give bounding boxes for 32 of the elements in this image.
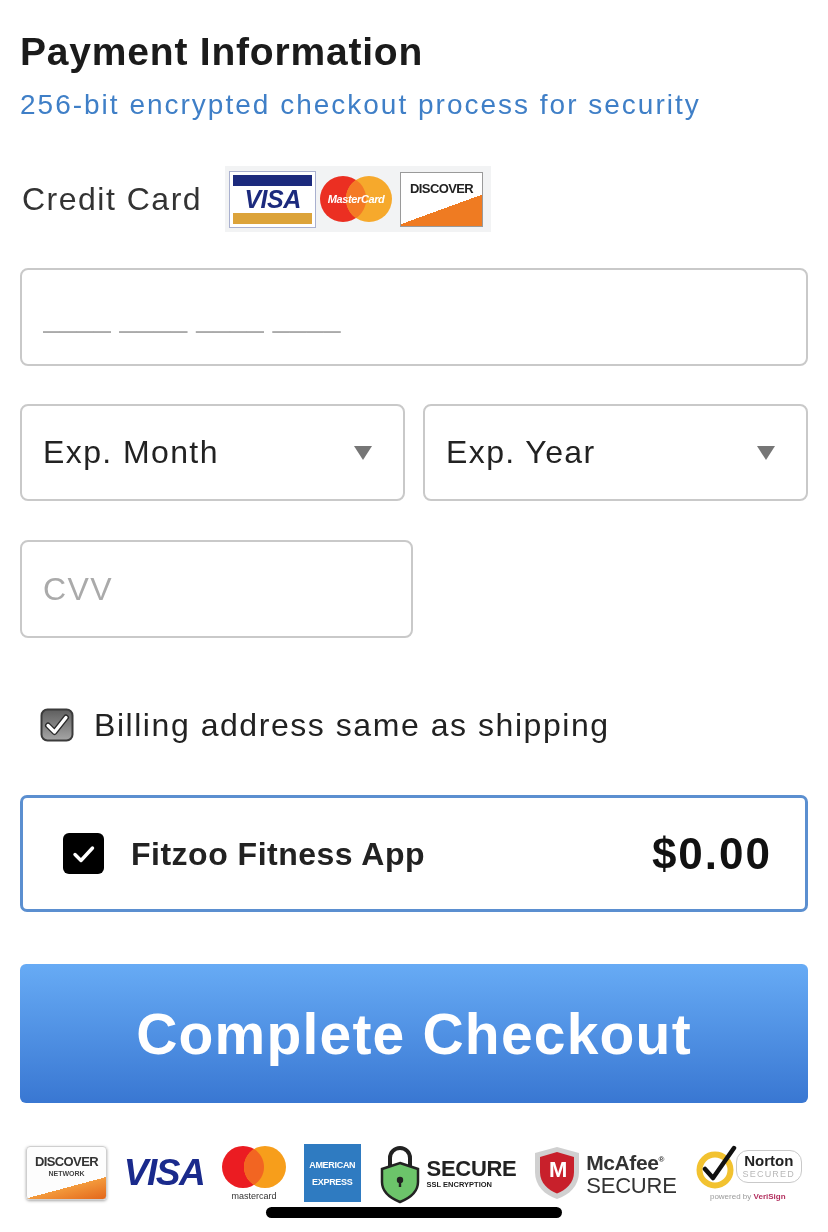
badge-subtitle: SECURE xyxy=(586,1174,677,1198)
product-price: $0.00 xyxy=(651,828,772,879)
badge-title: SECURE xyxy=(426,1157,517,1180)
payment-method-label: Credit Card xyxy=(21,180,203,219)
card-number-field[interactable]: ____ ____ ____ ____ xyxy=(20,268,808,366)
logo-letter: M xyxy=(549,1157,566,1182)
brand-name: mastercard xyxy=(231,1190,277,1202)
cvv-field[interactable]: CVV xyxy=(20,540,413,638)
badge-caption: powered by VeriSign xyxy=(709,1191,786,1202)
brand-name: Norton xyxy=(744,1152,794,1169)
brand-name: McAfee$^{®}$ xyxy=(586,1150,666,1174)
brand-name: DISCOVER xyxy=(410,181,474,196)
checkbox[interactable] xyxy=(63,833,104,874)
overlapping-circles-icon xyxy=(319,175,394,223)
product-name: Fitzoo Fitness App xyxy=(131,834,425,874)
brand-name: EXPRESS xyxy=(312,1176,353,1187)
caret-icon xyxy=(757,445,775,460)
badge-subtitle: SECURED xyxy=(742,1169,795,1180)
checkbox-label: Billing address same as shipping xyxy=(94,706,610,745)
shield-icon xyxy=(533,1145,582,1201)
checkbox[interactable] xyxy=(40,708,74,742)
page-title: Payment Information xyxy=(20,29,425,75)
brand-name: DISCOVER xyxy=(34,1155,99,1169)
dropdown[interactable]: Exp. Month xyxy=(20,404,405,501)
brand-name: VISA xyxy=(123,1153,205,1193)
overlapping-circles-icon xyxy=(220,1144,287,1189)
security-note: 256-bit encrypted checkout process for security xyxy=(20,88,702,122)
brand-name: MasterCard xyxy=(327,193,385,205)
brand-name: AMERICAN xyxy=(309,1159,356,1170)
brand-name: VISA xyxy=(244,185,301,213)
caret-icon xyxy=(354,445,372,460)
dropdown[interactable]: Exp. Year xyxy=(423,404,808,501)
